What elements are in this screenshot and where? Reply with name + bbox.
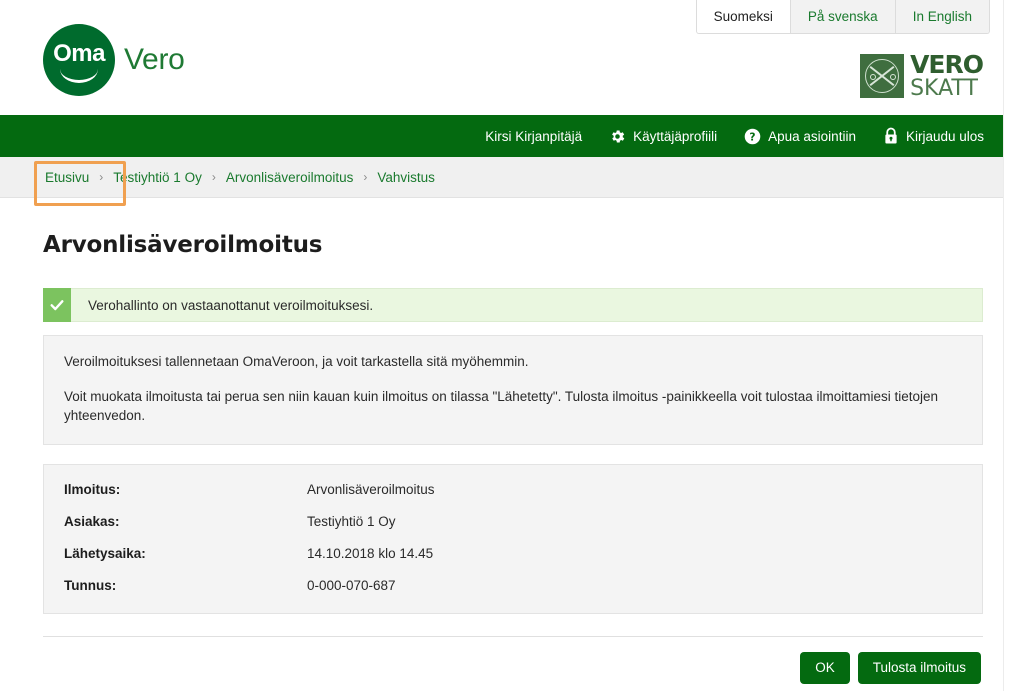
nav-item-label: Kirsi Kirjanpitäjä <box>485 128 583 144</box>
breadcrumb-item-vat-return[interactable]: Arvonlisäveroilmoitus <box>226 170 354 185</box>
detail-value-ilmoitus: Arvonlisäveroilmoitus <box>307 481 435 497</box>
oma-vero-logo[interactable]: Oma Vero <box>43 24 185 96</box>
vero-text: VERO <box>910 50 984 79</box>
logo-badge-text: Oma <box>53 39 105 67</box>
nav-item-logout[interactable]: Kirjaudu ulos <box>883 127 984 145</box>
footer-divider <box>43 635 983 637</box>
nav-item-label: Käyttäjäprofiili <box>633 128 718 144</box>
detail-label-tunnus: Tunnus: <box>64 577 117 593</box>
smile-icon <box>60 69 98 83</box>
breadcrumb-item-company[interactable]: Testiyhtiö 1 Oy <box>113 170 202 185</box>
print-report-button[interactable]: Tulosta ilmoitus <box>857 651 981 684</box>
check-icon <box>43 288 71 322</box>
language-tab-suomeksi[interactable]: Suomeksi <box>696 0 791 33</box>
info-panel: Veroilmoituksesi tallennetaan OmaVeroon,… <box>43 335 983 445</box>
detail-value-lahetysaika: 14.10.2018 klo 14.45 <box>307 545 434 561</box>
detail-row: Ilmoitus: Arvonlisäveroilmoitus <box>64 482 962 497</box>
vero-skatt-wordmark: VERO SKATT <box>910 50 984 101</box>
breadcrumb-item-confirmation[interactable]: Vahvistus <box>377 170 435 185</box>
submission-details-panel: Ilmoitus: Arvonlisäveroilmoitus Asiakas:… <box>43 463 983 614</box>
nav-item-user-name[interactable]: Kirsi Kirjanpitäjä <box>485 129 582 144</box>
breadcrumb-separator-icon: › <box>363 170 368 184</box>
site-header: Suomeksi På svenska In English Oma Vero <box>0 0 1003 115</box>
page-root: Suomeksi På svenska In English Oma Vero <box>0 0 1013 691</box>
logo-word-text: Vero <box>124 43 185 76</box>
language-tab-label: På svenska <box>807 9 878 24</box>
vero-skatt-logo: VERO SKATT <box>860 50 984 101</box>
top-navigation-bar: Kirsi Kirjanpitäjä Käyttäjäprofiili ? Ap… <box>0 115 1003 157</box>
gear-icon <box>609 128 626 145</box>
nav-item-user-profile[interactable]: Käyttäjäprofiili <box>609 128 717 145</box>
language-switcher: Suomeksi På svenska In English <box>695 0 990 34</box>
action-button-row: OK Tulosta ilmoitus <box>43 651 983 684</box>
page-title: Arvonlisäveroilmoitus <box>43 232 323 258</box>
success-alert: Verohallinto on vastaanottanut veroilmoi… <box>43 288 983 322</box>
info-paragraph-2: Voit muokata ilmoitusta tai perua sen ni… <box>64 388 939 424</box>
detail-row: Lähetysaika: 14.10.2018 klo 14.45 <box>64 546 962 561</box>
main-content: Arvonlisäveroilmoitus Verohallinto on va… <box>0 232 1003 684</box>
lock-icon <box>883 127 899 145</box>
oma-vero-logo-icon: Oma <box>43 24 115 96</box>
breadcrumb: Etusivu › Testiyhtiö 1 Oy › Arvonlisäver… <box>0 157 1003 206</box>
detail-value-tunnus: 0-000-070-687 <box>307 577 396 593</box>
help-circle-icon: ? <box>744 128 761 145</box>
skatt-text: SKATT <box>910 76 978 101</box>
language-tab-label: Suomeksi <box>713 9 773 24</box>
svg-text:?: ? <box>750 130 756 143</box>
vertical-scrollbar[interactable] <box>1003 0 1013 691</box>
detail-label-ilmoitus: Ilmoitus: <box>64 481 121 497</box>
nav-item-label: Apua asiointiin <box>768 128 856 144</box>
detail-label-lahetysaika: Lähetysaika: <box>64 545 146 561</box>
detail-row: Tunnus: 0-000-070-687 <box>64 578 962 593</box>
nav-item-help[interactable]: ? Apua asiointiin <box>744 128 856 145</box>
success-alert-text: Verohallinto on vastaanottanut veroilmoi… <box>88 297 374 313</box>
detail-value-asiakas: Testiyhtiö 1 Oy <box>307 513 396 529</box>
language-tab-label: In English <box>912 9 972 24</box>
detail-label-asiakas: Asiakas: <box>64 513 120 529</box>
ok-button[interactable]: OK <box>800 651 850 684</box>
language-tab-in-english[interactable]: In English <box>895 0 989 33</box>
scrollbar-thumb[interactable] <box>1004 0 1013 360</box>
detail-row: Asiakas: Testiyhtiö 1 Oy <box>64 514 962 529</box>
info-paragraph-1: Veroilmoituksesi tallennetaan OmaVeroon,… <box>64 354 529 369</box>
nav-item-label: Kirjaudu ulos <box>905 128 984 144</box>
vero-skatt-emblem-icon <box>860 54 905 98</box>
breadcrumb-separator-icon: › <box>99 170 104 184</box>
breadcrumb-separator-icon: › <box>211 170 216 184</box>
breadcrumb-item-etusivu[interactable]: Etusivu <box>45 170 89 185</box>
language-tab-pa-svenska[interactable]: På svenska <box>790 0 896 33</box>
